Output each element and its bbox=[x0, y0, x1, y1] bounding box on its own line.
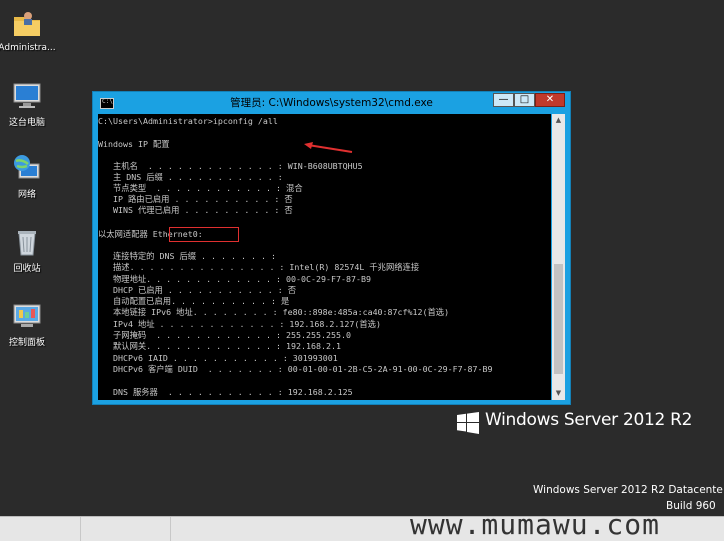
close-button[interactable]: ✕ bbox=[535, 93, 565, 107]
scroll-up-arrow-icon[interactable]: ▲ bbox=[552, 114, 565, 127]
desktop-icon-control-panel[interactable]: 控制面板 bbox=[0, 300, 62, 348]
console-line: 默认网关. . . . . . . . . . . . . : 192.168.… bbox=[98, 341, 341, 351]
desktop-icon-label: Administra... bbox=[0, 43, 56, 53]
desktop-icon-administrator[interactable]: Administra... bbox=[0, 8, 62, 53]
console-line: WINS 代理已启用 . . . . . . . . . : 否 bbox=[98, 205, 293, 215]
desktop-icon-recycle-bin[interactable]: 回收站 bbox=[0, 226, 62, 274]
desktop-icon-network[interactable]: 网络 bbox=[0, 152, 62, 200]
taskbar-slot[interactable] bbox=[90, 517, 171, 541]
taskbar-slot[interactable] bbox=[0, 517, 81, 541]
window-titlebar[interactable]: C:\ 管理员: C:\Windows\system32\cmd.exe — □… bbox=[93, 92, 570, 112]
red-arrow-annotation bbox=[304, 142, 353, 153]
version-build-text: Build 960 bbox=[666, 500, 716, 512]
desktop-icon-label: 控制面板 bbox=[8, 338, 45, 348]
network-globe-icon bbox=[11, 152, 43, 184]
console-line: C:\Users\Administrator>ipconfig /all bbox=[98, 116, 278, 126]
ethernet0-highlight-box bbox=[169, 227, 239, 242]
windows-logo-icon bbox=[457, 412, 479, 434]
desktop-icon-this-pc[interactable]: 这台电脑 bbox=[0, 80, 62, 128]
scrollbar-thumb[interactable] bbox=[554, 264, 563, 374]
cmd-window[interactable]: C:\ 管理员: C:\Windows\system32\cmd.exe — □… bbox=[93, 92, 570, 404]
windows-server-brand: Windows Server 2012 R2 bbox=[485, 410, 693, 430]
console-line: DHCPv6 客户端 DUID . . . . . . . : 00-01-00… bbox=[98, 364, 493, 374]
control-panel-icon bbox=[11, 300, 43, 332]
recycle-bin-icon bbox=[11, 226, 43, 258]
minimize-button[interactable]: — bbox=[493, 93, 514, 107]
version-edition-text: Windows Server 2012 R2 Datacente bbox=[533, 484, 723, 496]
console-line: DNS 服务器 . . . . . . . . . . . : 192.168.… bbox=[98, 387, 353, 397]
console-line: 描述. . . . . . . . . . . . . . . : Intel(… bbox=[98, 262, 420, 272]
site-watermark: www.mumawu.com bbox=[410, 508, 661, 541]
console-line: Windows IP 配置 bbox=[98, 139, 170, 149]
computer-icon bbox=[11, 80, 43, 112]
desktop-icon-label: 回收站 bbox=[13, 264, 41, 274]
console-output[interactable]: C:\Users\Administrator>ipconfig /all Win… bbox=[98, 114, 551, 400]
maximize-button[interactable]: □ bbox=[514, 93, 535, 107]
console-scrollbar[interactable]: ▲ ▼ bbox=[552, 114, 565, 400]
folder-user-icon bbox=[11, 8, 43, 40]
console-line: 本地链接 IPv6 地址. . . . . . . . : fe80::898e… bbox=[98, 307, 450, 317]
scroll-down-arrow-icon[interactable]: ▼ bbox=[552, 387, 565, 400]
desktop-icon-label: 这台电脑 bbox=[8, 118, 45, 128]
desktop-icon-label: 网络 bbox=[17, 190, 36, 200]
